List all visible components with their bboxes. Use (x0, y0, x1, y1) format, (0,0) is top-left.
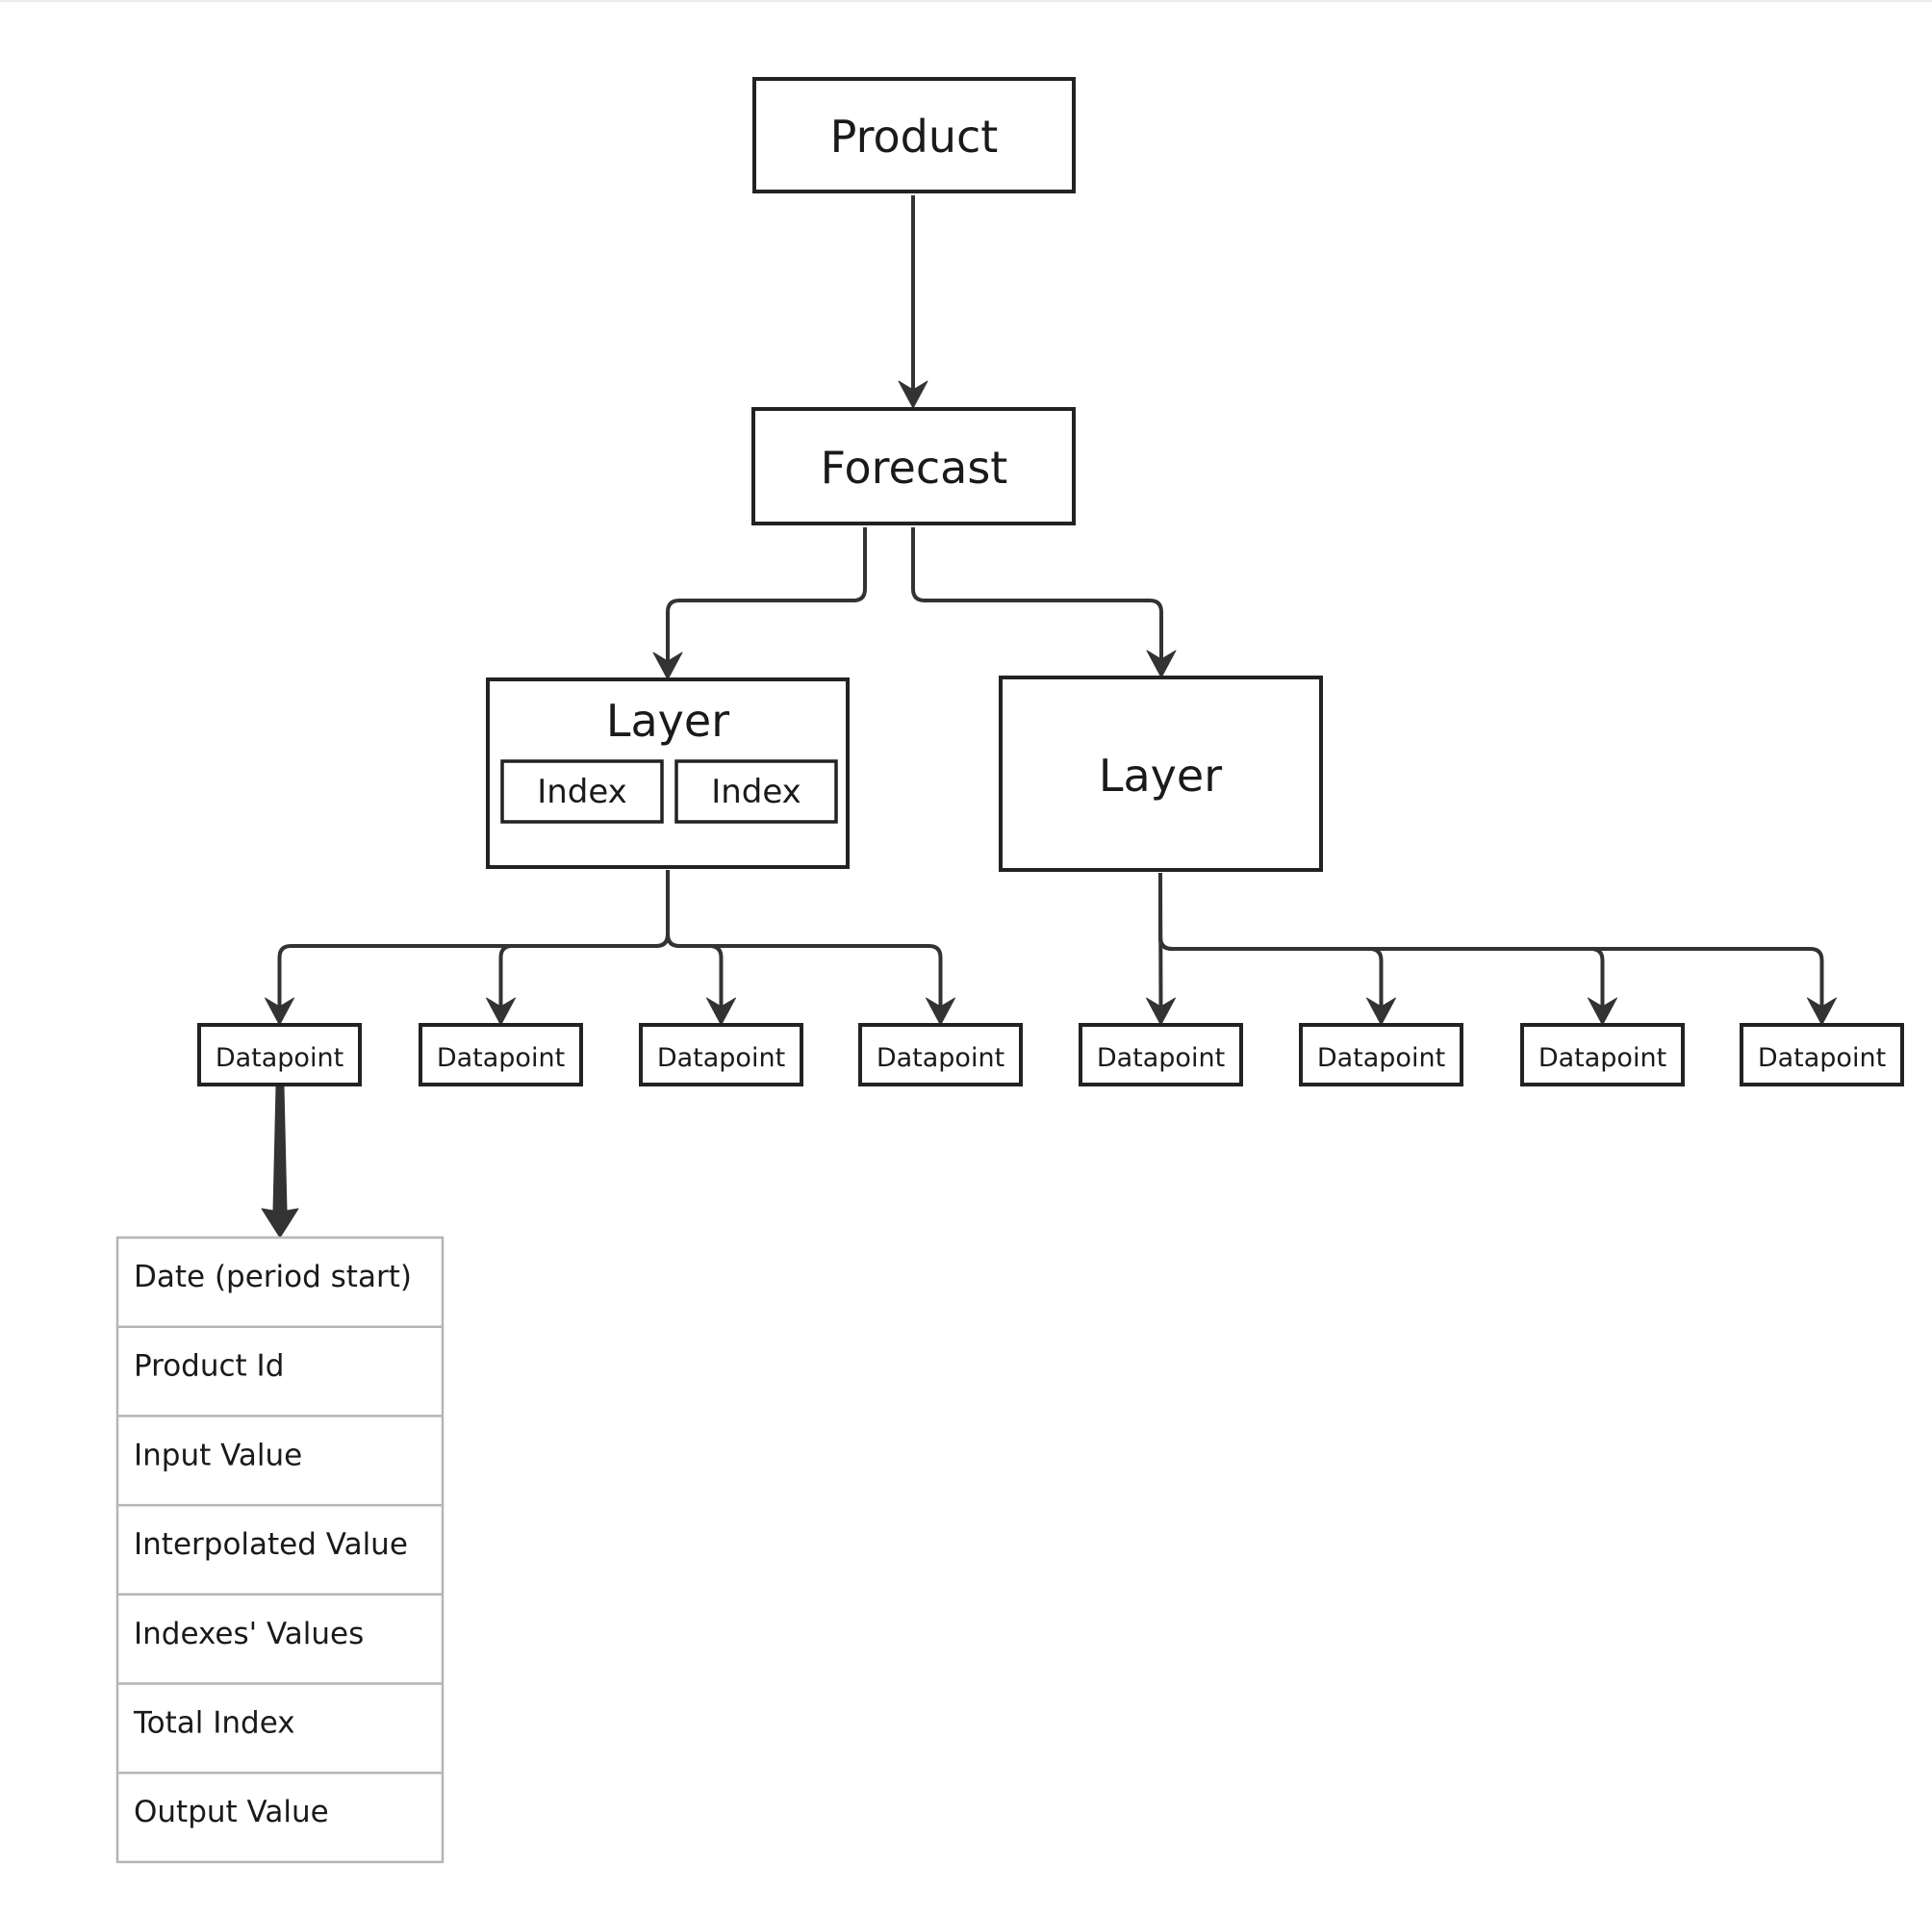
datapoint-node[interactable]: Datapoint (197, 1023, 362, 1086)
datapoint-label: Datapoint (216, 1043, 343, 1073)
connector-forecast-layer-2 (911, 527, 1163, 660)
datapoint-node[interactable]: Datapoint (858, 1023, 1023, 1086)
datapoint-label: Datapoint (1538, 1043, 1666, 1073)
field-label: Date (period start) (134, 1260, 412, 1294)
connector-layer-1-datapoint-1 (277, 870, 670, 1008)
datapoint-label: Datapoint (657, 1043, 785, 1073)
forecast-node[interactable]: Forecast (751, 407, 1076, 525)
datapoint-label: Datapoint (1758, 1043, 1886, 1073)
index-node-2[interactable]: Index (674, 759, 838, 824)
field-label: Output Value (134, 1795, 329, 1829)
index-label-1: Index (537, 773, 627, 811)
field-label: Interpolated Value (134, 1527, 408, 1562)
nodes: Product Forecast Layer Index Index Layer (486, 77, 1323, 872)
diagram-canvas: Product Forecast Layer Index Index Layer… (115, 77, 1904, 1864)
index-label-2: Index (711, 773, 801, 811)
field-row: Date (period start) (134, 1260, 412, 1294)
layer-label-2: Layer (1099, 750, 1222, 802)
field-label: Indexes' Values (134, 1617, 364, 1651)
datapoint-node[interactable]: Datapoint (1299, 1023, 1463, 1086)
index-node-1[interactable]: Index (500, 759, 664, 824)
connector-layer-1-datapoint-4 (666, 870, 943, 1008)
datapoint-label: Datapoint (1097, 1043, 1225, 1073)
forecast-label: Forecast (821, 442, 1008, 494)
layer-node-2[interactable]: Layer (999, 676, 1323, 872)
connector-forecast-layer-1 (666, 527, 867, 662)
datapoint-label: Datapoint (877, 1043, 1004, 1073)
datapoint-label: Datapoint (1317, 1043, 1445, 1073)
datapoint-node[interactable]: Datapoint (1740, 1023, 1904, 1086)
datapoint-node[interactable]: Datapoint (419, 1023, 583, 1086)
product-label: Product (830, 111, 999, 163)
product-node[interactable]: Product (752, 77, 1076, 193)
datapoint-fields-table: Date (period start) Product Id Input Value… (115, 1236, 445, 1864)
field-label: Total Index (133, 1706, 295, 1741)
datapoint-nodes: Datapoint Datapoint Datapoint Datapoint Data… (197, 1023, 1904, 1086)
datapoint-node[interactable]: Datapoint (1520, 1023, 1685, 1086)
datapoint-node[interactable]: Datapoint (1079, 1023, 1243, 1086)
connector-layer-2-datapoint-4 (1158, 873, 1824, 1008)
layer-node-1[interactable]: Layer Index Index (486, 677, 850, 869)
datapoint-node[interactable]: Datapoint (639, 1023, 803, 1086)
datapoint-detail-arrow-icon (261, 1086, 299, 1239)
layer-label-1: Layer (606, 695, 729, 747)
connector-layer-1-datapoint-3 (666, 870, 724, 1008)
connector-layer-1-datapoint-2 (498, 870, 670, 1008)
connector-layer-2-datapoint-2 (1158, 873, 1384, 1008)
field-label: Product Id (134, 1349, 284, 1384)
field-label: Input Value (134, 1438, 302, 1472)
datapoint-label: Datapoint (437, 1043, 565, 1073)
